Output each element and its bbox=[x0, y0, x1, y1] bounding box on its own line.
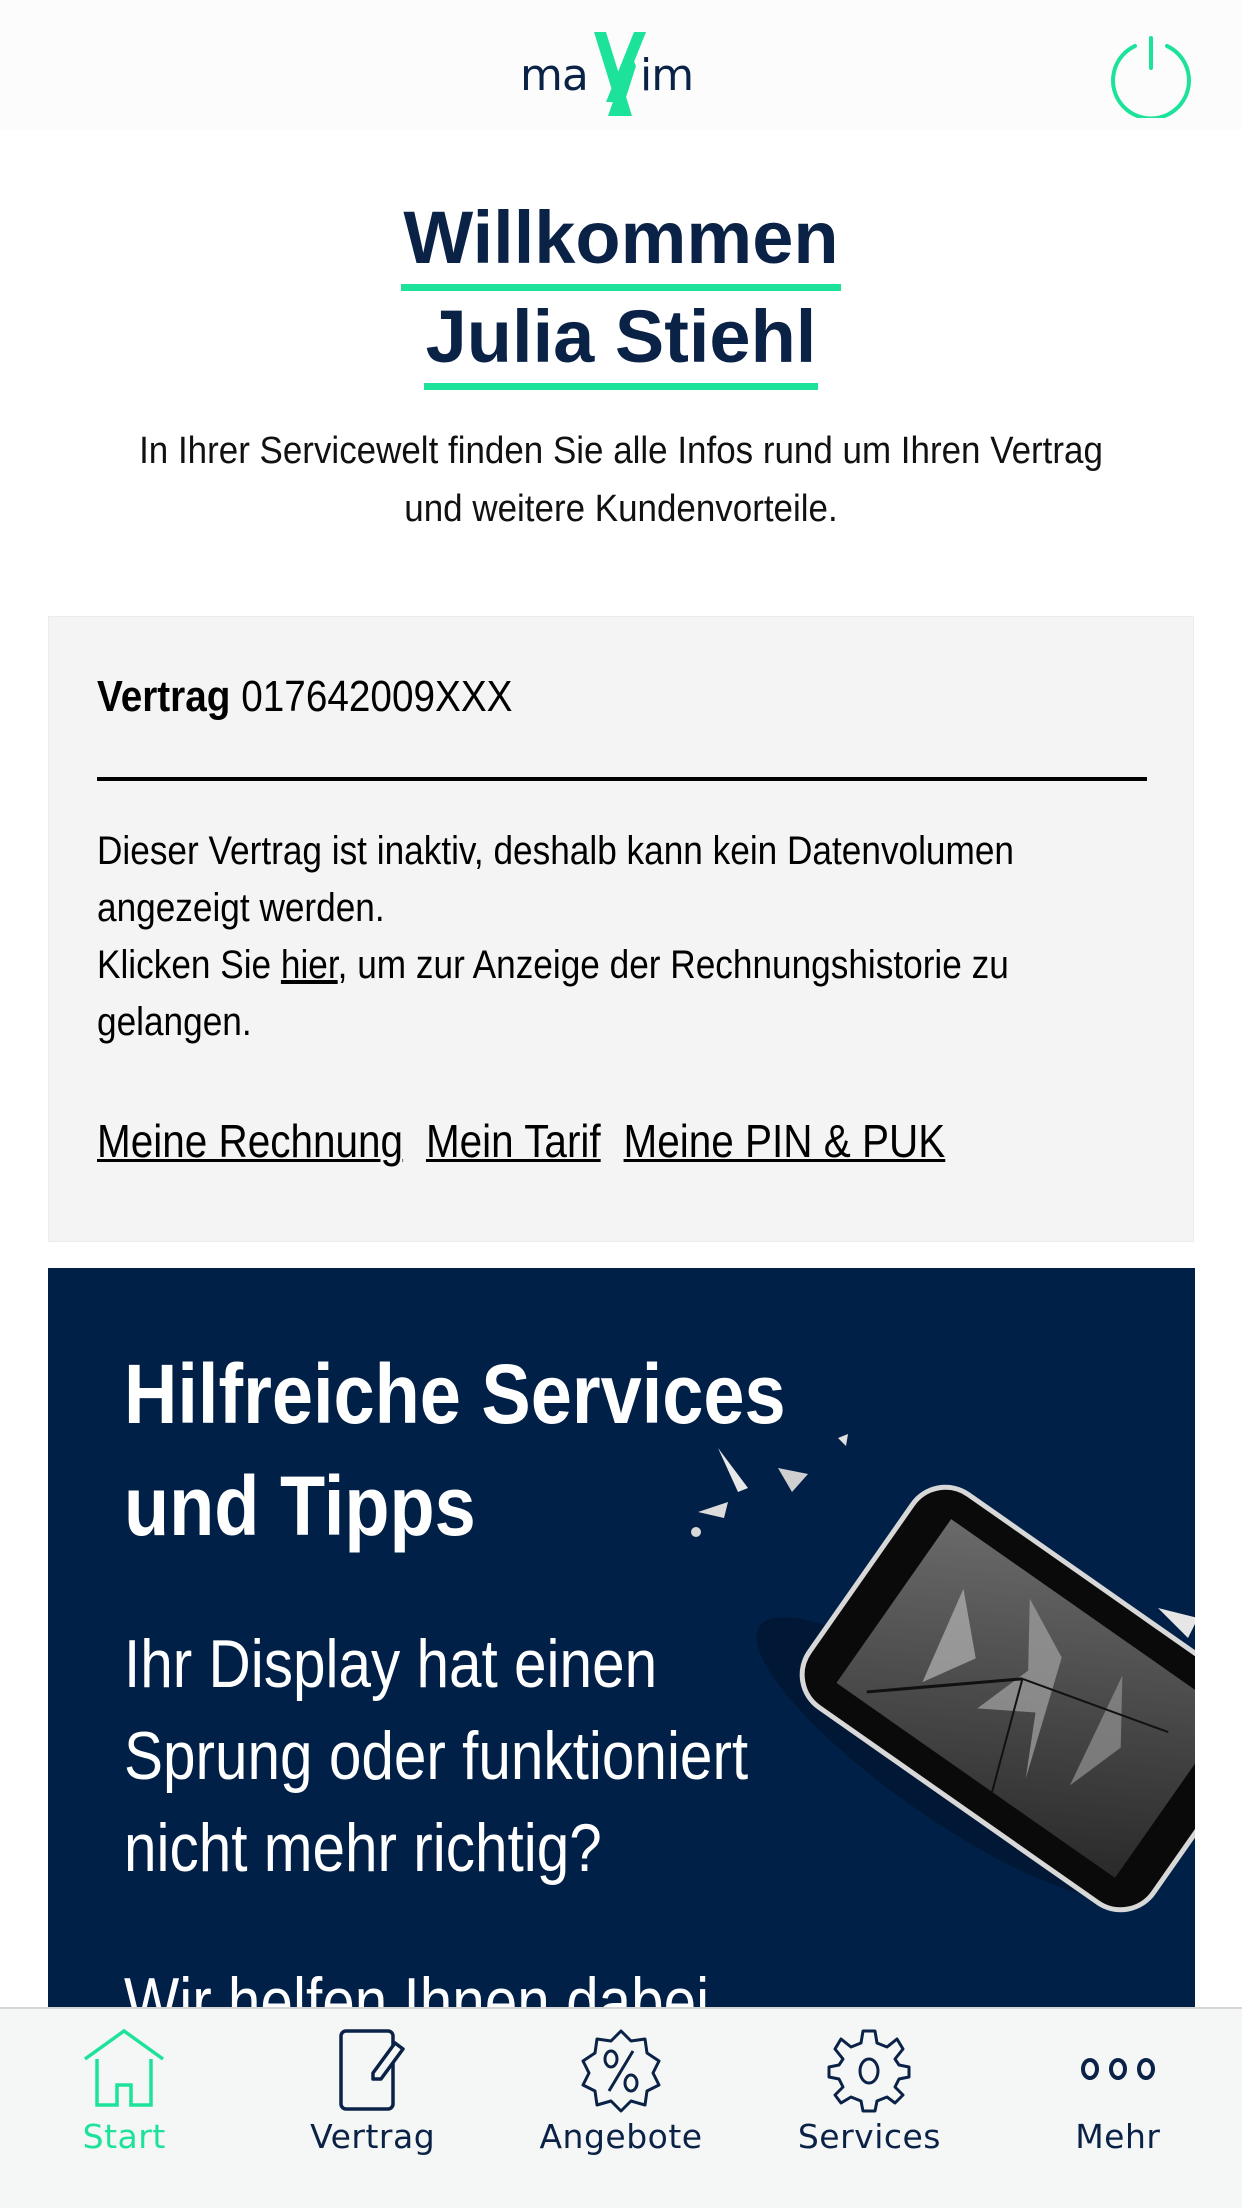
logo-text-left: ma bbox=[520, 50, 589, 101]
my-invoice-link[interactable]: Meine Rechnung bbox=[97, 1115, 403, 1167]
intro-text: In Ihrer Servicewelt finden Sie alle Inf… bbox=[86, 422, 1155, 538]
more-dots-icon bbox=[1080, 2058, 1155, 2080]
tab-mehr[interactable]: Mehr bbox=[994, 2009, 1242, 2208]
tab-label: Start bbox=[82, 2117, 166, 2156]
message-line: gelangen. bbox=[97, 1000, 252, 1044]
top-bar: ma im bbox=[0, 0, 1242, 130]
banner-subtext: Wir helfen Ihnen dabei bbox=[124, 1964, 710, 2008]
message-prefix: Klicken Sie bbox=[97, 943, 281, 987]
contract-card: Vertrag 017642009XXX Dieser Vertrag ist … bbox=[48, 616, 1194, 1242]
my-pin-puk-link[interactable]: Meine PIN & PUK bbox=[624, 1115, 946, 1167]
contract-links: Meine Rechnung Mein Tarif Meine PIN & PUK bbox=[97, 1111, 968, 1171]
my-tariff-link[interactable]: Mein Tarif bbox=[426, 1115, 601, 1167]
gear-icon bbox=[827, 2029, 911, 2113]
logo-text-right: im bbox=[640, 50, 694, 101]
divider bbox=[97, 777, 1147, 781]
banner-headline-line: Hilfreiche Services bbox=[124, 1347, 786, 1441]
tab-label: Angebote bbox=[539, 2117, 703, 2156]
invoice-history-link[interactable]: hier bbox=[281, 943, 338, 987]
tab-label: Services bbox=[797, 2117, 941, 2156]
welcome-title: Willkommen bbox=[401, 192, 841, 291]
banner-text-line: nicht mehr richtig? bbox=[124, 1810, 602, 1886]
message-line: Klicken Sie hier, um zur Anzeige der Rec… bbox=[97, 937, 1118, 994]
message-line: Dieser Vertrag ist inaktiv, deshalb kann… bbox=[97, 829, 1014, 873]
banner-text: Ihr Display hat einen Sprung oder funkti… bbox=[124, 1618, 748, 1894]
banner-text-line: Ihr Display hat einen bbox=[124, 1626, 658, 1702]
home-icon bbox=[84, 2029, 165, 2107]
customer-name: Julia Stiehl bbox=[423, 291, 819, 390]
banner-headline: Hilfreiche Services und Tipps bbox=[124, 1338, 786, 1562]
bottom-tab-bar: Start Vertrag Angebote Services Mehr bbox=[0, 2007, 1242, 2208]
banner-headline-line: und Tipps bbox=[124, 1459, 476, 1553]
power-icon bbox=[1111, 36, 1191, 121]
message-suffix: , um zur Anzeige der Rechnungshistorie z… bbox=[337, 943, 1009, 987]
tab-vertrag[interactable]: Vertrag bbox=[248, 2009, 496, 2208]
intro-line: und weitere Kundenvorteile. bbox=[404, 488, 838, 530]
maxxim-logo: ma im bbox=[520, 30, 725, 116]
banner-text-line: Sprung oder funktioniert bbox=[124, 1718, 749, 1794]
message-line: angezeigt werden. bbox=[97, 886, 385, 930]
tab-label: Vertrag bbox=[310, 2117, 436, 2156]
tab-start[interactable]: Start bbox=[0, 2009, 248, 2208]
intro-line: In Ihrer Servicewelt finden Sie alle Inf… bbox=[139, 430, 1103, 472]
contract-label: Vertrag bbox=[97, 672, 231, 721]
contract-number: 017642009XXX bbox=[241, 672, 513, 721]
tab-angebote[interactable]: Angebote bbox=[497, 2009, 745, 2208]
tab-label: Mehr bbox=[1075, 2117, 1161, 2156]
contract-status-message: Dieser Vertrag ist inaktiv, deshalb kann… bbox=[97, 823, 1118, 1051]
contract-header: Vertrag 017642009XXX bbox=[97, 667, 512, 727]
services-tips-banner[interactable]: Hilfreiche Services und Tipps Ihr Displa… bbox=[48, 1268, 1195, 2008]
broken-phone-image bbox=[691, 1434, 1195, 1913]
percent-badge-icon bbox=[581, 2029, 661, 2113]
tab-services[interactable]: Services bbox=[745, 2009, 993, 2208]
logout-button[interactable] bbox=[1108, 32, 1194, 121]
contract-edit-icon bbox=[338, 2029, 405, 2111]
welcome-heading: Willkommen Julia Stiehl bbox=[0, 192, 1242, 390]
